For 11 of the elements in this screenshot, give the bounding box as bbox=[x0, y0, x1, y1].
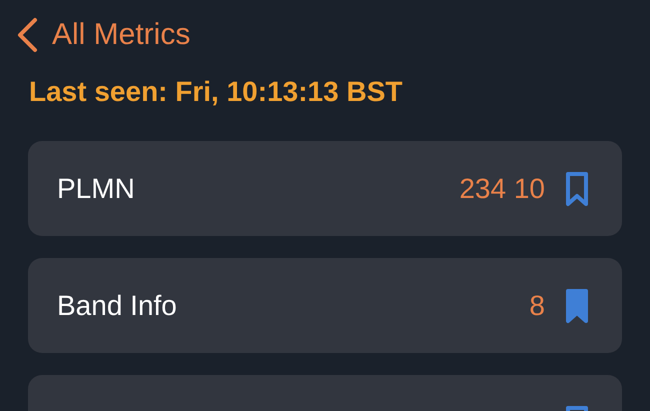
last-seen-text: Last seen: Fri, 10:13:13 BST bbox=[28, 75, 404, 109]
metric-label: PLMN bbox=[57, 174, 136, 202]
metric-card[interactable]: PLMN 234 10 bbox=[28, 141, 622, 236]
metric-value: 8 bbox=[529, 292, 545, 320]
chevron-left-icon bbox=[16, 17, 38, 53]
metric-card[interactable]: Band Info 8 bbox=[28, 258, 622, 353]
metric-value: 234 10 bbox=[459, 174, 545, 202]
bookmark-icon[interactable] bbox=[565, 288, 589, 324]
back-link[interactable]: All Metrics bbox=[16, 17, 190, 53]
bookmark-icon[interactable] bbox=[565, 170, 589, 206]
metric-label: Band Info bbox=[57, 292, 178, 320]
